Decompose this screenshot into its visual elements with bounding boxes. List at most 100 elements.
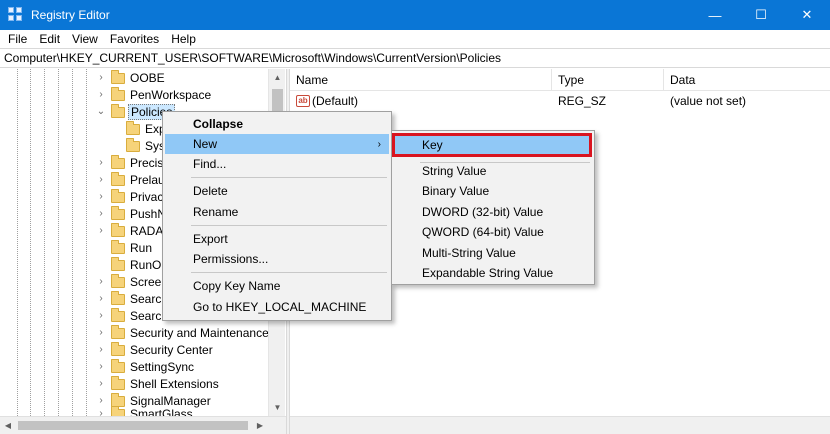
new-string-value-menu-item[interactable]: String Value [394,161,592,181]
copy-key-name-menu-item[interactable]: Copy Key Name [165,276,389,296]
new-key-menu-item[interactable]: Key [392,133,592,157]
menu-favorites[interactable]: Favorites [104,32,165,46]
collapse-menu-item[interactable]: Collapse [165,114,389,134]
new-dword-value-menu-item[interactable]: DWORD (32-bit) Value [394,202,592,222]
folder-icon [111,308,125,322]
chevron-right-icon[interactable]: › [96,408,106,416]
chevron-right-icon[interactable]: › [96,157,106,168]
tree-item-label: Run [130,240,153,255]
chevron-right-icon[interactable]: › [96,174,106,185]
export-menu-item[interactable]: Export [165,229,389,249]
tree-item-settingsync[interactable]: › SettingSync [0,358,280,375]
value-data: (value not set) [670,93,747,108]
delete-menu-item[interactable]: Delete [165,181,389,201]
new-expandable-string-value-menu-item[interactable]: Expandable String Value [394,263,592,283]
folder-icon [111,70,125,84]
folder-icon [111,257,125,271]
column-header-data[interactable]: Data [664,69,830,91]
chevron-right-icon[interactable]: › [96,378,106,389]
folder-icon [111,206,125,220]
scroll-left-arrow-icon[interactable]: ◀ [0,417,16,434]
value-row-default[interactable]: ab (Default) REG_SZ (value not set) [290,92,830,109]
menu-file[interactable]: File [2,32,33,46]
value-name: (Default) [312,93,359,108]
goto-hklm-menu-item[interactable]: Go to HKEY_LOCAL_MACHINE [165,297,389,317]
tree-item-label: Screer [130,274,166,289]
new-submenu: Key String Value Binary Value DWORD (32-… [391,130,595,285]
chevron-right-icon[interactable]: › [96,191,106,202]
tree-item-label: RunOr [130,257,166,272]
tree-item-label: Prelau [130,172,165,187]
menu-help[interactable]: Help [165,32,202,46]
close-button[interactable]: ✕ [784,0,830,30]
tree-item-label: OOBE [130,70,165,85]
menu-edit[interactable]: Edit [33,32,66,46]
chevron-right-icon[interactable]: › [96,310,106,321]
new-menu-label: New [193,137,218,151]
new-qword-value-menu-item[interactable]: QWORD (64-bit) Value [394,222,592,242]
chevron-right-icon[interactable]: › [96,225,106,236]
chevron-right-icon[interactable]: › [96,276,106,287]
folder-icon [111,376,125,390]
list-header: Name Type Data [290,69,830,91]
folder-icon [111,189,125,203]
address-bar[interactable]: Computer\HKEY_CURRENT_USER\SOFTWARE\Micr… [0,48,830,68]
permissions-menu-item[interactable]: Permissions... [165,249,389,269]
chevron-down-icon[interactable]: ⌄ [96,106,106,117]
rename-menu-item[interactable]: Rename [165,202,389,222]
folder-icon [111,325,125,339]
folder-icon [111,291,125,305]
chevron-right-icon[interactable]: › [96,293,106,304]
tree-item-smartglass[interactable]: › SmartGlass [0,405,280,416]
menu-separator [191,225,387,226]
menu-separator [191,177,387,178]
folder-icon [111,172,125,186]
tree-item-shell-extensions[interactable]: › Shell Extensions [0,375,280,392]
new-binary-value-menu-item[interactable]: Binary Value [394,181,592,201]
tree-item-label: Shell Extensions [130,376,219,391]
folder-icon [111,87,125,101]
tree-item-label: SmartGlass [130,406,193,417]
tree-item-penworkspace[interactable]: › PenWorkspace [0,86,280,103]
chevron-right-icon[interactable]: › [96,344,106,355]
folder-icon [111,155,125,169]
string-value-icon: ab [296,94,310,107]
tree-item-label: PushN [130,206,167,221]
folder-icon [111,359,125,373]
minimize-button[interactable]: — [692,0,738,30]
folder-icon [111,406,125,416]
scroll-up-arrow-icon[interactable]: ▲ [269,69,286,86]
maximize-button[interactable]: ☐ [738,0,784,30]
column-header-name[interactable]: Name [290,69,552,91]
folder-icon [126,138,140,152]
chevron-right-icon[interactable]: › [96,72,106,83]
tree-item-label: Precis [130,155,164,170]
scroll-down-arrow-icon[interactable]: ▼ [269,399,286,416]
chevron-right-icon[interactable]: › [96,89,106,100]
tree-item-security-center[interactable]: › Security Center [0,341,280,358]
tree-item-security-and-maintenance[interactable]: › Security and Maintenance [0,324,280,341]
tree-item-label: Security and Maintenance [130,325,269,340]
value-type: REG_SZ [558,93,607,108]
column-header-type[interactable]: Type [552,69,664,91]
chevron-right-icon[interactable]: › [96,361,106,372]
registry-editor-icon [8,7,24,23]
tree-item-label: PenWorkspace [130,87,212,102]
scroll-right-arrow-icon[interactable]: ▶ [252,417,268,434]
chevron-right-icon[interactable]: › [96,327,106,338]
window-title: Registry Editor [31,8,110,22]
new-multi-string-value-menu-item[interactable]: Multi-String Value [394,243,592,263]
menu-separator [191,272,387,273]
chevron-right-icon[interactable]: › [96,208,106,219]
menu-view[interactable]: View [66,32,104,46]
context-menu: Collapse New › Find... Delete Rename Exp… [162,111,392,321]
tree-item-oobe[interactable]: › OOBE [0,69,280,86]
tree-item-label: Security Center [130,342,213,357]
tree-horizontal-scrollbar[interactable]: ◀ ▶ [0,416,286,434]
list-horizontal-scrollbar[interactable] [290,416,830,434]
find-menu-item[interactable]: Find... [165,154,389,174]
folder-icon [111,342,125,356]
new-menu-item[interactable]: New › [165,134,389,154]
tree-item-label: Privac [130,189,164,204]
scroll-thumb[interactable] [18,421,248,430]
